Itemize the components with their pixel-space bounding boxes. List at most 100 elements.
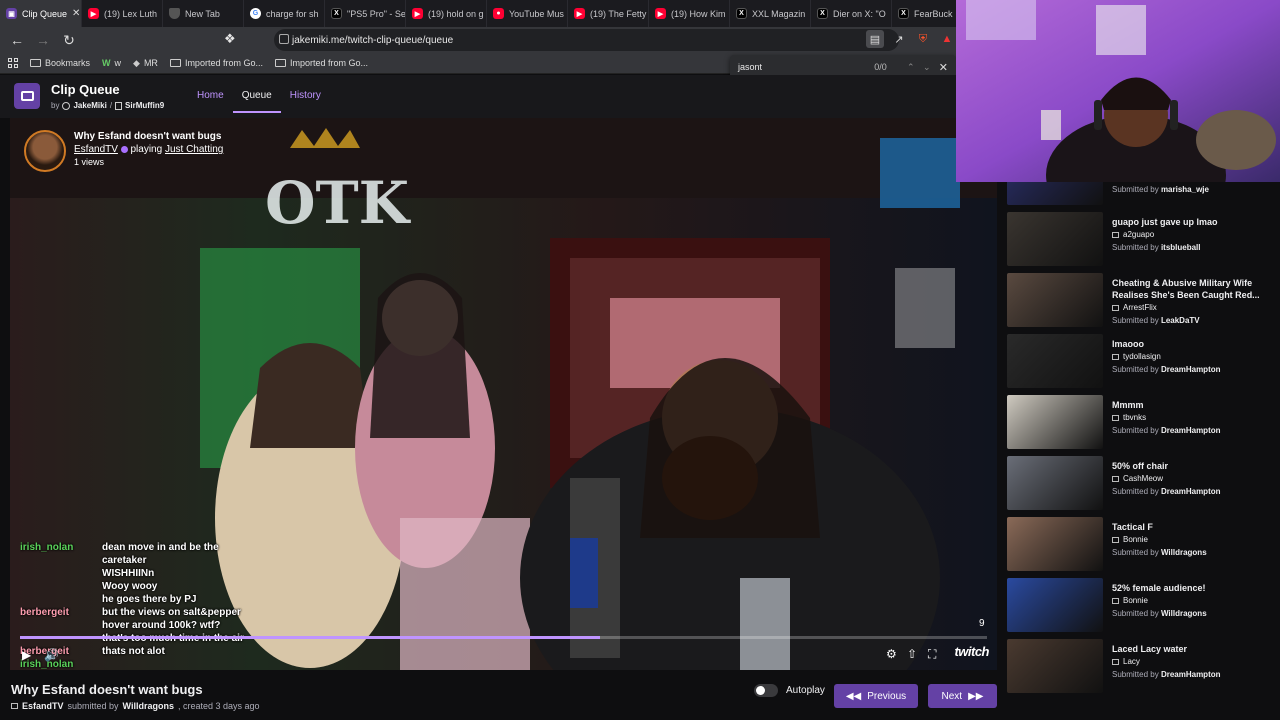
chat-username	[20, 581, 96, 592]
queue-item-channel: Bonnie	[1112, 596, 1148, 605]
browser-tab[interactable]: ▶ (19) hold on g	[406, 0, 487, 27]
chat-username	[20, 568, 96, 579]
clip-thumbnail[interactable]	[1007, 212, 1103, 266]
bookmark-item[interactable]: Bookmarks	[30, 58, 90, 68]
share-icon[interactable]: ⇧	[907, 647, 917, 661]
clip-thumbnail[interactable]	[1007, 578, 1103, 632]
chat-message: he goes there by PJ	[20, 594, 320, 605]
brave-shield-icon[interactable]: ⛨	[914, 30, 932, 48]
queue-item-title: Cheating & Abusive Military Wife Realise…	[1112, 278, 1260, 300]
w-logo-icon: W	[102, 58, 111, 68]
tab-title: (19) hold on g	[428, 8, 484, 19]
chat-text: Wooy wooy	[102, 581, 158, 592]
browser-tab[interactable]: New Tab	[163, 0, 244, 27]
current-clip-title: Why Esfand doesn't want bugs	[11, 682, 203, 697]
clip-thumbnail[interactable]	[1007, 456, 1103, 510]
current-submitter[interactable]: Willdragons	[123, 701, 174, 711]
queue-item[interactable]: guapo just gave up lmao a2guapo Submitted …	[1007, 212, 1277, 270]
queue-item[interactable]: lmaooo tydollasign Submitted by DreamHampt…	[1007, 334, 1277, 392]
autoplay-label: Autoplay	[786, 685, 825, 696]
clip-thumbnail[interactable]	[1007, 334, 1103, 388]
tab-title: XXL Magazin	[752, 8, 806, 19]
clip-thumbnail[interactable]	[1007, 517, 1103, 571]
queue-item[interactable]: 50% off chair CashMeow Submitted by DreamH…	[1007, 456, 1277, 514]
queue-item-title: 50% off chair	[1112, 461, 1169, 471]
tab-close-icon[interactable]: ✕	[72, 8, 80, 19]
queue-item[interactable]: Tactical F Bonnie Submitted by Willdragons	[1007, 517, 1277, 575]
find-input[interactable]: jasont	[738, 62, 762, 72]
site-info-icon[interactable]	[279, 34, 289, 44]
autoplay-toggle[interactable]	[754, 684, 778, 697]
queue-item-channel: a2guapo	[1112, 230, 1154, 239]
bookmark-item[interactable]: Imported from Go...	[169, 58, 263, 68]
queue-item[interactable]: 52% female audience! Bonnie Submitted by W…	[1007, 578, 1277, 636]
autoplay-control: Autoplay	[754, 684, 825, 697]
queue-item-submitter: Submitted by Willdragons	[1112, 548, 1207, 557]
bookmark-item[interactable]: Imported from Go...	[274, 58, 368, 68]
queue-item-title: guapo just gave up lmao	[1112, 217, 1218, 227]
settings-icon[interactable]: ⚙	[886, 647, 897, 661]
nav-home[interactable]: Home	[188, 87, 233, 113]
fullscreen-icon[interactable]: ⛶	[928, 647, 936, 662]
current-channel[interactable]: EsfandTV	[22, 701, 64, 711]
chat-message: irish_nolan dean move in and be the	[20, 542, 320, 553]
clip-thumbnail[interactable]	[1007, 273, 1103, 327]
queue-item[interactable]: Mmmm tbvnks Submitted by DreamHampton	[1007, 395, 1277, 453]
chat-text: he goes there by PJ	[102, 594, 197, 605]
find-next-icon[interactable]: ⌄	[919, 62, 935, 73]
video-player[interactable]: OTK Why Esfand doesn't want bugs EsfandT…	[10, 118, 997, 670]
youtube-icon: ▶	[88, 8, 99, 19]
bookmark-icon[interactable]: ❖	[224, 31, 238, 49]
queue-item[interactable]: Laced Lacy water Lacy Submitted by DreamHa…	[1007, 639, 1277, 697]
queue-item-submitter: Submitted by marisha_wje	[1112, 185, 1209, 194]
address-field[interactable]: jakemiki.me/twitch-clip-queue/queue	[274, 29, 899, 51]
chat-message: WISHHIINn	[20, 568, 320, 579]
browser-tab[interactable]: ▣ Clip Queue ✕	[0, 0, 82, 27]
google-icon: G	[250, 8, 261, 19]
tab-title: charge for sh	[266, 8, 319, 19]
nav-history[interactable]: History	[281, 87, 330, 113]
clip-thumbnail[interactable]	[1007, 395, 1103, 449]
queue-item-title: lmaooo	[1112, 339, 1145, 349]
browser-tab[interactable]: ▶ (19) Lex Luth	[82, 0, 163, 27]
play-icon[interactable]: ▶	[22, 648, 31, 662]
browser-tab[interactable]: Gcharge for sh	[244, 0, 325, 27]
channel-avatar[interactable]	[24, 130, 66, 172]
forward-icon[interactable]: →	[32, 29, 54, 51]
channel-link[interactable]: EsfandTV	[74, 144, 118, 155]
volume-icon[interactable]: 🔊	[44, 648, 59, 662]
browser-tab[interactable]: ● YouTube Mus	[487, 0, 568, 27]
bookmark-item[interactable]: Ww	[102, 58, 121, 68]
extension-icon[interactable]: ▲	[938, 30, 956, 48]
game-link[interactable]: Just Chatting	[165, 144, 223, 155]
previous-button[interactable]: ◀◀ Previous	[834, 684, 918, 708]
twitch-logo[interactable]: twitch	[954, 644, 989, 659]
reload-icon[interactable]: ↻	[58, 29, 80, 51]
progress-bar[interactable]	[20, 636, 987, 639]
chat-username	[20, 620, 96, 631]
share-icon[interactable]: ↗	[890, 30, 908, 48]
find-icon[interactable]: ▤	[866, 30, 884, 48]
browser-tab[interactable]: ▶ (19) How Kim	[649, 0, 730, 27]
volume-number: 9	[979, 618, 985, 629]
browser-tab[interactable]: X "PS5 Pro" - Se	[325, 0, 406, 27]
next-button[interactable]: Next ▶▶	[928, 684, 997, 708]
bookmark-item[interactable]: ◆ MR	[133, 58, 158, 69]
apps-icon[interactable]	[8, 58, 18, 68]
clip-thumbnail[interactable]	[1007, 639, 1103, 693]
browser-toolbar: ← → ↻ ❖ jakemiki.me/twitch-clip-queue/qu…	[0, 27, 960, 53]
author-link[interactable]: SirMuffin9	[125, 101, 164, 110]
author-link[interactable]: JakeMiki	[73, 101, 106, 110]
app-title: Clip Queue	[51, 82, 120, 97]
find-prev-icon[interactable]: ⌃	[903, 62, 919, 73]
browser-tab[interactable]: X Dier on X: "O	[811, 0, 892, 27]
find-close-icon[interactable]: ✕	[939, 61, 948, 74]
clip-title[interactable]: Why Esfand doesn't want bugs	[74, 131, 223, 142]
browser-tab[interactable]: ▶ (19) The Fetty	[568, 0, 649, 27]
queue-item[interactable]: Cheating & Abusive Military Wife Realise…	[1007, 273, 1277, 331]
back-icon[interactable]: ←	[6, 29, 28, 51]
nav-queue[interactable]: Queue	[232, 87, 281, 113]
queue-item-submitter: Submitted by DreamHampton	[1112, 426, 1221, 435]
browser-tab[interactable]: X XXL Magazin	[730, 0, 811, 27]
clip-meta: Why Esfand doesn't want bugs EsfandTV pl…	[74, 130, 223, 172]
